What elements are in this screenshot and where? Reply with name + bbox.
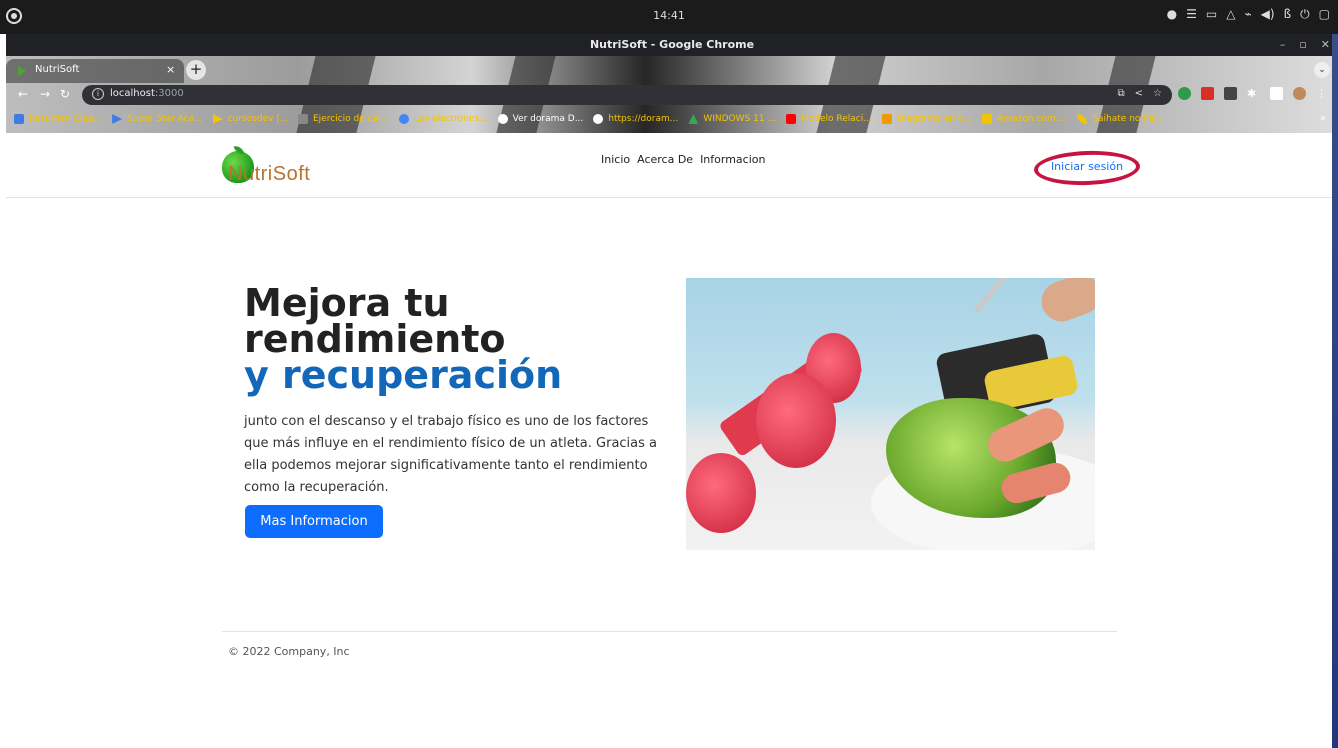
extension-red-icon[interactable] bbox=[1201, 87, 1214, 100]
toolbar: ← → ↻ i localhost:3000 ⧉ < ☆ ✱ ⋮ bbox=[6, 83, 1338, 107]
os-clock[interactable]: 14:41 bbox=[0, 9, 1338, 22]
bookmark-item[interactable]: Diagrama en b... bbox=[881, 114, 972, 124]
footer-divider bbox=[222, 631, 1117, 632]
browser-tab[interactable]: NutriSoft × bbox=[6, 59, 184, 83]
profile-avatar[interactable] bbox=[1293, 87, 1306, 100]
extensions-puzzle-icon[interactable]: ✱ bbox=[1247, 87, 1260, 100]
forward-icon[interactable]: → bbox=[40, 87, 50, 101]
google-icon bbox=[399, 114, 410, 124]
nav-link-acerca-de[interactable]: Acerca De bbox=[637, 153, 693, 166]
chevron-icon bbox=[212, 114, 223, 124]
leaf-icon bbox=[1077, 114, 1088, 124]
tab-favicon-icon bbox=[18, 66, 26, 76]
back-icon[interactable]: ← bbox=[18, 87, 28, 101]
restore-icon[interactable]: ▫ bbox=[1299, 38, 1306, 51]
record-dot-icon[interactable]: ● bbox=[1167, 7, 1177, 22]
clipboard-icon[interactable]: ▭ bbox=[1206, 7, 1217, 22]
footer-copyright: © 2022 Company, Inc bbox=[228, 645, 350, 658]
puzzle-icon bbox=[881, 114, 892, 124]
play-icon bbox=[112, 114, 123, 124]
bookmark-item[interactable]: Resumen Clea... bbox=[14, 114, 102, 124]
bookmark-item[interactable]: Modelo Relaci... bbox=[786, 114, 872, 124]
dumbbell-shape bbox=[756, 373, 836, 468]
tab-close-icon[interactable]: × bbox=[166, 63, 175, 76]
web-page: NutriSoft Inicio Acerca De Informacion I… bbox=[6, 133, 1332, 748]
brand-name: NutriSoft bbox=[228, 163, 311, 185]
window-title: NutriSoft - Google Chrome bbox=[589, 38, 755, 51]
os-top-bar: 14:41 ● ☰ ▭ △ ⌁ ◀) ß ⏻ ▢ bbox=[0, 0, 1338, 34]
extension-shield-icon[interactable] bbox=[1178, 87, 1191, 100]
bluetooth-icon[interactable]: ß bbox=[1284, 7, 1292, 22]
extension-owl-icon[interactable] bbox=[1224, 87, 1237, 100]
address-bar[interactable]: i localhost:3000 ⧉ < ☆ bbox=[82, 85, 1172, 105]
globe-icon bbox=[497, 114, 508, 124]
nav-link-inicio[interactable]: Inicio bbox=[601, 153, 630, 166]
site-info-icon[interactable]: i bbox=[92, 88, 104, 100]
url-text[interactable]: localhost:3000 bbox=[110, 88, 184, 99]
desktop-edge bbox=[1332, 34, 1338, 748]
omnibox-actions: ⧉ < ☆ bbox=[1118, 88, 1163, 99]
hero-title-line1: Mejora tu bbox=[244, 281, 450, 325]
more-info-button[interactable]: Mas Informacion bbox=[245, 505, 383, 538]
bookmarks-overflow-icon[interactable]: » bbox=[1320, 113, 1326, 124]
os-system-tray: ● ☰ ▭ △ ⌁ ◀) ß ⏻ ▢ bbox=[1167, 7, 1330, 22]
hero-description: junto con el descanso y el trabajo físic… bbox=[244, 414, 658, 495]
side-panel-icon[interactable] bbox=[1270, 87, 1283, 100]
bookmark-item[interactable]: Ejercicio de cal... bbox=[297, 114, 389, 124]
close-window-icon[interactable]: ✕ bbox=[1321, 38, 1330, 51]
translate-icon[interactable]: ⧉ bbox=[1118, 88, 1125, 99]
tab-title: NutriSoft bbox=[35, 64, 80, 75]
hero-image bbox=[686, 278, 1095, 550]
globe-icon bbox=[593, 114, 604, 124]
s-icon bbox=[14, 114, 24, 124]
drive-icon bbox=[688, 114, 699, 124]
youtube-icon bbox=[786, 114, 796, 124]
hero-title: Mejora tu rendimiento y recuperación bbox=[244, 281, 664, 397]
minimize-icon[interactable]: – bbox=[1280, 38, 1286, 51]
power-icon[interactable]: ⏻ bbox=[1300, 7, 1310, 22]
window-controls: – ▫ ✕ bbox=[1280, 38, 1330, 51]
bookmark-item[interactable]: Ver dorama D... bbox=[497, 114, 583, 124]
screen-icon[interactable]: ▢ bbox=[1319, 7, 1330, 22]
nav-link-informacion[interactable]: Informacion bbox=[700, 153, 765, 166]
bell-icon[interactable]: △ bbox=[1226, 7, 1235, 22]
bookmark-item[interactable]: Amazon.com:... bbox=[982, 114, 1067, 124]
site-navbar: NutriSoft Inicio Acerca De Informacion I… bbox=[6, 133, 1332, 198]
bookmark-item[interactable]: https://doram... bbox=[593, 114, 678, 124]
chrome-menu-icon[interactable]: ⋮ bbox=[1316, 87, 1329, 100]
hand-shape bbox=[1035, 278, 1095, 328]
amazon-icon bbox=[982, 114, 993, 124]
bookmark-item[interactable]: Saihate no Pal... bbox=[1077, 114, 1165, 124]
share-icon[interactable]: < bbox=[1135, 88, 1143, 99]
doc-icon bbox=[297, 114, 308, 124]
login-label: Iniciar sesión bbox=[1050, 160, 1124, 173]
reload-icon[interactable]: ↻ bbox=[60, 87, 70, 101]
bookmark-item[interactable]: cursosdev |... bbox=[212, 114, 288, 124]
dumbbell-shape bbox=[686, 453, 756, 533]
bookmark-item[interactable]: WINDOWS 11 ... bbox=[688, 114, 776, 124]
bookmarks-bar: Resumen Clea... Super Star Aca... cursos… bbox=[6, 107, 1338, 131]
bookmark-star-icon[interactable]: ☆ bbox=[1153, 88, 1162, 99]
volume-icon[interactable]: ◀) bbox=[1261, 7, 1275, 22]
hero-title-line3: y recuperación bbox=[244, 353, 563, 397]
tab-search-icon[interactable]: ⌄ bbox=[1314, 62, 1330, 78]
login-button[interactable]: Iniciar sesión bbox=[1033, 149, 1141, 187]
bookmark-item[interactable]: Super Star Aca... bbox=[112, 114, 203, 124]
browser-chrome: NutriSoft × + ⌄ ← → ↻ i localhost:3000 ⧉… bbox=[6, 56, 1338, 133]
new-tab-button[interactable]: + bbox=[186, 60, 206, 80]
network-icon[interactable]: ⌁ bbox=[1244, 7, 1251, 22]
extensions-bar: ✱ ⋮ bbox=[1178, 87, 1329, 100]
menu-icon[interactable]: ☰ bbox=[1186, 7, 1197, 22]
nav-links: Inicio Acerca De Informacion bbox=[601, 153, 765, 166]
bookmark-item[interactable]: Los electrones... bbox=[399, 114, 488, 124]
hero-title-line2: rendimiento bbox=[244, 317, 506, 361]
window-title-bar: NutriSoft - Google Chrome – ▫ ✕ bbox=[6, 34, 1338, 56]
site-logo[interactable]: NutriSoft bbox=[222, 143, 322, 187]
